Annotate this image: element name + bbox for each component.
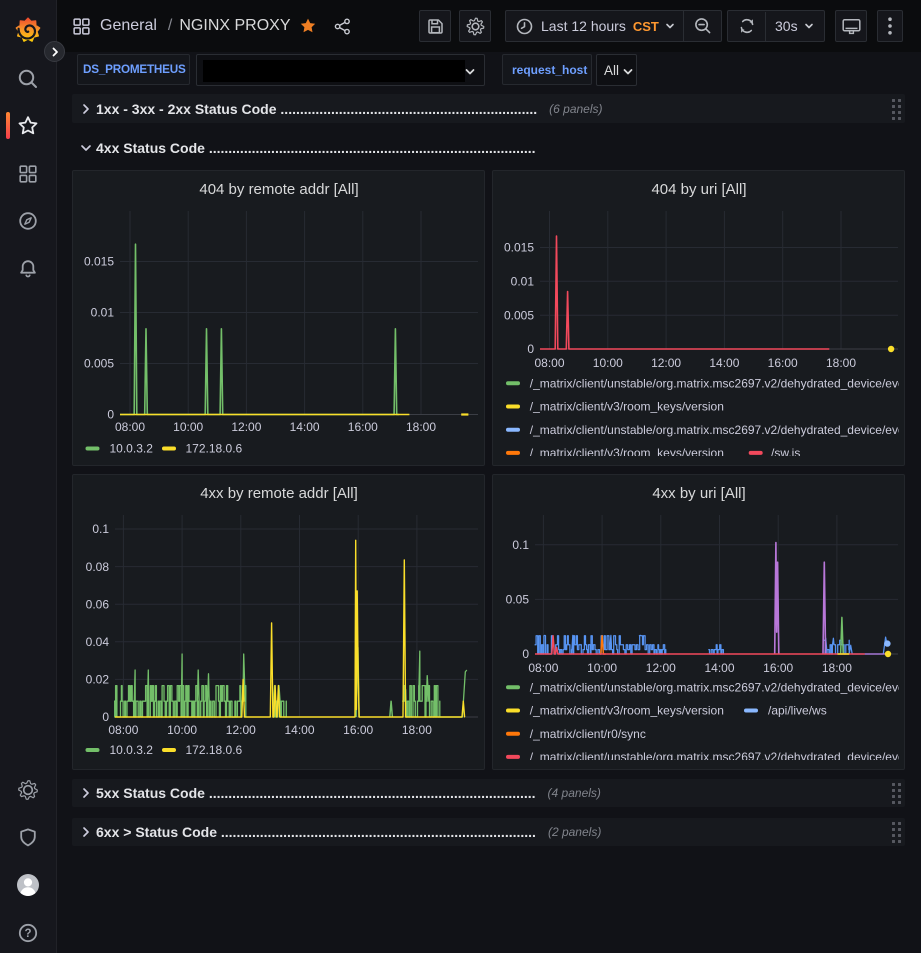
svg-text:/_matrix/client/v3/room_keys/v: /_matrix/client/v3/room_keys/version [530,704,724,718]
svg-text:4xx by remote addr [All]: 4xx by remote addr [All] [200,485,358,502]
svg-text:?: ? [24,928,31,940]
svg-text:10.0.3.2: 10.0.3.2 [110,743,154,757]
svg-text:08:00: 08:00 [528,661,558,675]
svg-text:16:00: 16:00 [343,723,373,737]
svg-text:/_matrix/client/v3/room_keys/v: /_matrix/client/v3/room_keys/version [530,400,724,414]
svg-text:0.06: 0.06 [86,597,110,611]
svg-text:08:00: 08:00 [534,356,564,370]
svg-text:172.18.0.6: 172.18.0.6 [186,442,243,456]
svg-text:14:00: 14:00 [290,420,320,434]
svg-text:18:00: 18:00 [402,723,432,737]
svg-text:0: 0 [522,647,529,661]
svg-text:14:00: 14:00 [704,661,734,675]
svg-text:/_matrix/client/unstable/org.m: /_matrix/client/unstable/org.matrix.msc2… [530,750,906,764]
svg-text:18:00: 18:00 [822,661,852,675]
svg-text:/_matrix/client/unstable/org.m: /_matrix/client/unstable/org.matrix.msc2… [530,423,906,437]
svg-text:16:00: 16:00 [768,356,798,370]
svg-text:10:00: 10:00 [173,420,203,434]
svg-text:12:00: 12:00 [651,356,681,370]
svg-text:0.015: 0.015 [504,241,534,255]
svg-text:10:00: 10:00 [593,356,623,370]
svg-text:10.0.3.2: 10.0.3.2 [110,442,154,456]
svg-text:08:00: 08:00 [115,420,145,434]
svg-text:18:00: 18:00 [826,356,856,370]
svg-text:0: 0 [107,408,114,422]
svg-text:10:00: 10:00 [587,661,617,675]
svg-text:0.04: 0.04 [86,635,110,649]
svg-text:12:00: 12:00 [646,661,676,675]
svg-text:0.05: 0.05 [506,593,530,607]
svg-text:/_matrix/client/r0/sync: /_matrix/client/r0/sync [530,727,646,741]
svg-text:16:00: 16:00 [348,420,378,434]
svg-text:18:00: 18:00 [406,420,436,434]
svg-text:/sw.js: /sw.js [771,446,800,460]
svg-text:14:00: 14:00 [284,723,314,737]
svg-text:0.1: 0.1 [92,522,109,536]
svg-text:404 by remote addr [All]: 404 by remote addr [All] [199,181,358,198]
svg-text:14:00: 14:00 [709,356,739,370]
svg-text:12:00: 12:00 [231,420,261,434]
svg-text:16:00: 16:00 [763,661,793,675]
svg-text:0.02: 0.02 [86,673,110,687]
svg-text:08:00: 08:00 [108,723,138,737]
svg-text:404 by uri [All]: 404 by uri [All] [651,181,746,198]
svg-text:0.01: 0.01 [91,306,115,320]
svg-text:0.015: 0.015 [84,255,114,269]
svg-text:/_matrix/client/v3/room_keys/v: /_matrix/client/v3/room_keys/version [530,446,724,460]
svg-text:0: 0 [527,342,534,356]
svg-text:10:00: 10:00 [167,723,197,737]
svg-text:12:00: 12:00 [226,723,256,737]
svg-text:0.005: 0.005 [504,308,534,322]
svg-text:/api/live/ws: /api/live/ws [768,704,827,718]
svg-text:4xx by uri [All]: 4xx by uri [All] [652,485,745,502]
svg-text:0.08: 0.08 [86,560,110,574]
svg-text:/_matrix/client/unstable/org.m: /_matrix/client/unstable/org.matrix.msc2… [530,377,906,391]
svg-text:0.005: 0.005 [84,357,114,371]
svg-text:0.01: 0.01 [511,275,535,289]
svg-text:172.18.0.6: 172.18.0.6 [186,743,243,757]
svg-text:/_matrix/client/unstable/org.m: /_matrix/client/unstable/org.matrix.msc2… [530,681,906,695]
svg-text:0.1: 0.1 [512,538,529,552]
